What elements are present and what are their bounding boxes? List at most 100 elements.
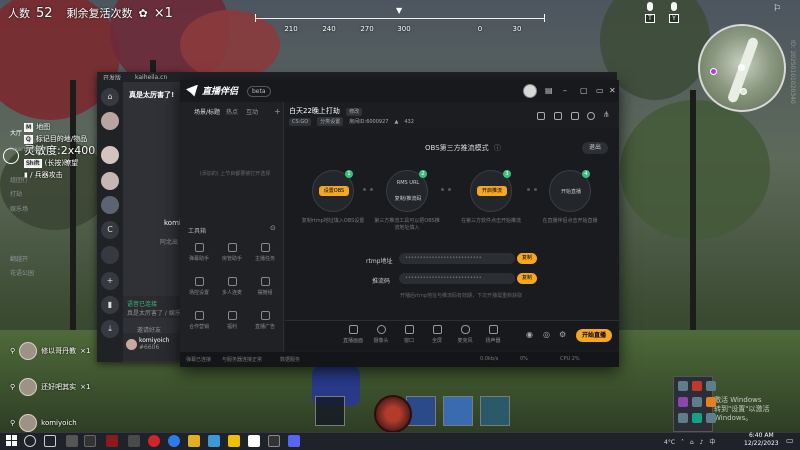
record-icon[interactable]: ◉ xyxy=(526,330,533,339)
channel-item[interactable]: 娱乐场 xyxy=(10,204,28,213)
avatar[interactable] xyxy=(523,84,537,98)
stream-key-field[interactable] xyxy=(399,273,515,284)
app-taskbar-icon[interactable] xyxy=(208,435,220,447)
more-icon[interactable]: ⊙ xyxy=(270,224,276,232)
voice-member[interactable]: 阿北出 xyxy=(160,237,178,246)
source-item[interactable]: 麦克风 xyxy=(452,325,478,344)
home-icon[interactable]: ⌂ xyxy=(101,88,119,106)
close-icon[interactable]: ✕ xyxy=(609,86,616,95)
gear-icon[interactable]: ⚙ xyxy=(559,330,566,339)
stream-title[interactable]: 白天22晚上打劫 xyxy=(289,107,340,115)
beauty-icon[interactable]: ◎ xyxy=(543,330,550,339)
tool-item[interactable]: 房管助手 xyxy=(219,243,245,262)
signal-icon[interactable]: ▮ xyxy=(101,296,119,314)
tray-app-icon[interactable] xyxy=(692,397,702,407)
channel-item[interactable]: 翻越开 xyxy=(10,254,28,263)
copy-rtmp-button[interactable]: 复制 xyxy=(517,253,537,264)
tray-app-icon[interactable] xyxy=(678,381,688,391)
task-icon[interactable] xyxy=(554,112,562,120)
tab-interact[interactable]: 互动 xyxy=(246,107,258,116)
app-taskbar-icon[interactable] xyxy=(248,435,260,447)
network-icon[interactable]: ⌂ xyxy=(690,439,694,446)
store-icon[interactable] xyxy=(571,112,579,120)
tab-hot[interactable]: 热点 xyxy=(226,107,238,116)
task-view-icon[interactable] xyxy=(44,435,56,447)
clock[interactable]: 6:40 AM 12/22/2023 xyxy=(744,432,779,448)
skill-slot[interactable] xyxy=(480,396,510,426)
add-server-icon[interactable]: + xyxy=(101,272,119,290)
tab-scenes[interactable]: 场景/标题 xyxy=(194,107,220,116)
share-icon[interactable]: ⋔ xyxy=(603,110,611,119)
server-icon[interactable] xyxy=(101,172,119,190)
tool-item[interactable]: 主播任务 xyxy=(252,243,278,262)
app-taskbar-icon[interactable] xyxy=(288,435,300,447)
channel-item[interactable]: heart2游戏房 xyxy=(10,144,48,153)
settings-icon[interactable]: ▢ xyxy=(580,86,588,95)
server-c-icon[interactable]: C xyxy=(101,221,119,239)
tray-app-icon[interactable] xyxy=(692,413,702,423)
edit-title-button[interactable]: 修改 xyxy=(346,108,363,116)
copy-key-button[interactable]: 复制 xyxy=(517,273,537,284)
tool-item[interactable]: 直播广告 xyxy=(252,311,278,330)
category-chip[interactable]: CS:GO xyxy=(289,117,312,126)
tray-app-icon[interactable] xyxy=(706,381,716,391)
maximize-icon[interactable]: ▭ xyxy=(596,86,604,95)
tray-app-icon[interactable] xyxy=(706,413,716,423)
start-live-button[interactable]: 开始直播 xyxy=(576,329,612,342)
help-icon[interactable]: ⓘ xyxy=(494,144,501,152)
tray-app-icon[interactable] xyxy=(692,381,702,391)
edge-icon[interactable] xyxy=(168,435,180,447)
server-icon[interactable] xyxy=(101,112,119,130)
tray-app-icon[interactable] xyxy=(678,413,688,423)
chevron-up-icon[interactable]: ˄ xyxy=(681,439,684,446)
language-icon[interactable]: 中 xyxy=(709,439,715,446)
windows-start-icon[interactable] xyxy=(6,435,17,446)
minimap[interactable] xyxy=(698,24,786,112)
skill-slot[interactable] xyxy=(443,396,473,426)
source-item[interactable]: 窗口 xyxy=(396,325,422,344)
minimize-icon[interactable]: – xyxy=(563,86,567,95)
server-icon[interactable] xyxy=(101,146,119,164)
server-icon[interactable] xyxy=(101,196,119,214)
source-item[interactable]: 摄像头 xyxy=(368,325,394,344)
folder-icon[interactable] xyxy=(188,435,200,447)
bell-icon[interactable] xyxy=(587,112,595,120)
netease-icon[interactable] xyxy=(148,435,160,447)
app-taskbar-icon[interactable] xyxy=(84,435,96,447)
add-scene-icon[interactable]: + xyxy=(274,107,281,116)
app-taskbar-icon[interactable] xyxy=(228,435,240,447)
gift-icon[interactable]: ▤ xyxy=(545,86,553,95)
tray-app-icon[interactable] xyxy=(678,397,688,407)
server-icon[interactable] xyxy=(101,246,119,264)
skill-slot[interactable] xyxy=(315,396,345,426)
app-taskbar-icon[interactable] xyxy=(268,435,280,447)
tool-item[interactable]: 福利 xyxy=(219,311,245,330)
channel-item[interactable]: 花语公园 xyxy=(10,268,34,277)
tool-item[interactable]: 多人连麦 xyxy=(219,277,245,296)
app-taskbar-icon[interactable] xyxy=(66,435,78,447)
app-taskbar-icon[interactable] xyxy=(106,435,118,447)
download-icon[interactable]: ⤓ xyxy=(101,320,119,338)
voice-member[interactable]: komi xyxy=(164,219,181,227)
tool-item[interactable]: 摆摊组 xyxy=(252,277,278,296)
room-tag-chip[interactable]: 分类设置 xyxy=(317,117,344,126)
microphone-icon[interactable]: T xyxy=(644,2,656,24)
channel-item[interactable]: 组团行 xyxy=(10,175,28,184)
app-taskbar-icon[interactable] xyxy=(128,435,140,447)
notification-icon[interactable]: ▭ xyxy=(786,436,794,445)
search-icon[interactable] xyxy=(24,435,36,447)
tool-item[interactable]: 场控设置 xyxy=(186,277,212,296)
source-item[interactable]: 扬声器 xyxy=(480,325,506,344)
tool-item[interactable]: 合作营销 xyxy=(186,311,212,330)
volume-icon[interactable]: ♪ xyxy=(700,439,704,446)
source-item[interactable]: 直播画面 xyxy=(340,325,366,344)
exit-obs-button[interactable]: 退出 xyxy=(582,142,608,154)
speaker-icon[interactable]: Y xyxy=(668,2,680,24)
source-item[interactable]: 全屏 xyxy=(424,325,450,344)
tool-item[interactable]: 弹幕助手 xyxy=(186,243,212,262)
channel-item[interactable]: 打劫 xyxy=(10,189,22,198)
tray-app-icon[interactable] xyxy=(706,397,716,407)
rtmp-url-field[interactable] xyxy=(399,253,515,264)
channel-item[interactable]: 大厅 xyxy=(10,128,22,137)
shop-icon[interactable] xyxy=(537,112,545,120)
